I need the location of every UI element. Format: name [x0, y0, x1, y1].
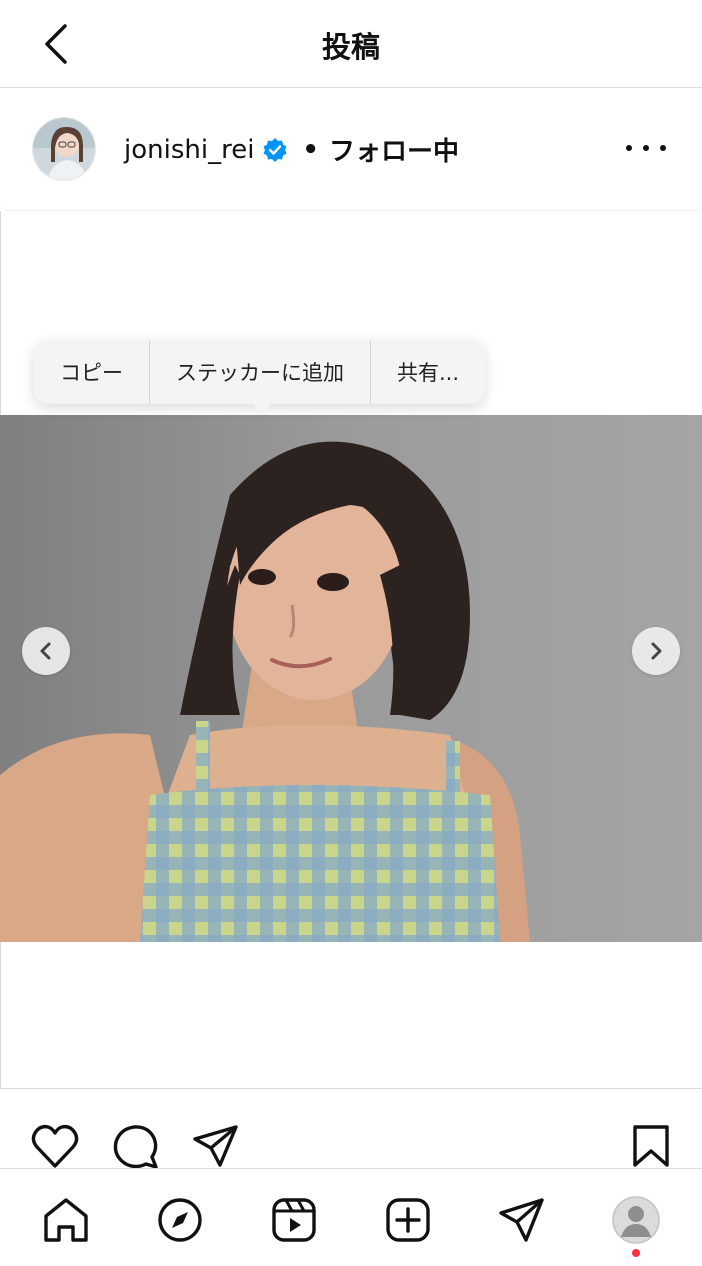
menu-item-share[interactable]: 共有...: [371, 340, 485, 404]
post-author: jonishi_rei • フォロー中: [124, 131, 459, 168]
verified-badge-icon: [263, 137, 287, 162]
reels-icon: [272, 1198, 316, 1242]
more-options-button[interactable]: [626, 133, 666, 163]
menu-item-add-sticker[interactable]: ステッカーに追加: [150, 340, 370, 404]
nav-profile[interactable]: [609, 1193, 663, 1247]
nav-reels[interactable]: [267, 1193, 321, 1247]
menu-pointer: [252, 402, 272, 415]
chevron-right-icon: [651, 642, 662, 660]
following-button[interactable]: フォロー中: [329, 131, 459, 168]
bottom-navigation: [0, 1168, 702, 1266]
comment-button[interactable]: [111, 1124, 161, 1174]
create-icon: [386, 1198, 430, 1242]
save-button[interactable]: [626, 1124, 676, 1174]
menu-item-copy[interactable]: コピー: [34, 340, 149, 404]
save-icon: [633, 1125, 669, 1167]
share-button[interactable]: [191, 1124, 241, 1174]
home-icon: [44, 1198, 88, 1242]
post-actions: [0, 1110, 702, 1168]
explore-icon: [158, 1198, 202, 1242]
more-options-icon: [626, 145, 632, 151]
comment-icon: [113, 1125, 158, 1168]
top-bar: 投稿: [0, 0, 702, 88]
like-button[interactable]: [30, 1124, 80, 1174]
direct-icon: [499, 1198, 544, 1242]
notification-dot: [632, 1249, 640, 1257]
nav-home[interactable]: [39, 1193, 93, 1247]
separator-dot: •: [302, 134, 320, 165]
carousel-prev-button[interactable]: [22, 627, 70, 675]
post-header: jonishi_rei • フォロー中: [0, 89, 702, 211]
like-icon: [31, 1124, 79, 1168]
nav-direct[interactable]: [495, 1193, 549, 1247]
nav-create[interactable]: [381, 1193, 435, 1247]
avatar[interactable]: [32, 117, 96, 181]
profile-icon: [612, 1196, 660, 1244]
username-link[interactable]: jonishi_rei: [124, 135, 254, 165]
carousel-next-button[interactable]: [632, 627, 680, 675]
share-icon: [193, 1125, 238, 1167]
chevron-left-icon: [40, 642, 51, 660]
post-photo[interactable]: [0, 415, 702, 942]
page-title: 投稿: [321, 30, 380, 64]
image-context-menu: コピー ステッカーに追加 共有...: [34, 340, 486, 404]
nav-explore[interactable]: [153, 1193, 207, 1247]
